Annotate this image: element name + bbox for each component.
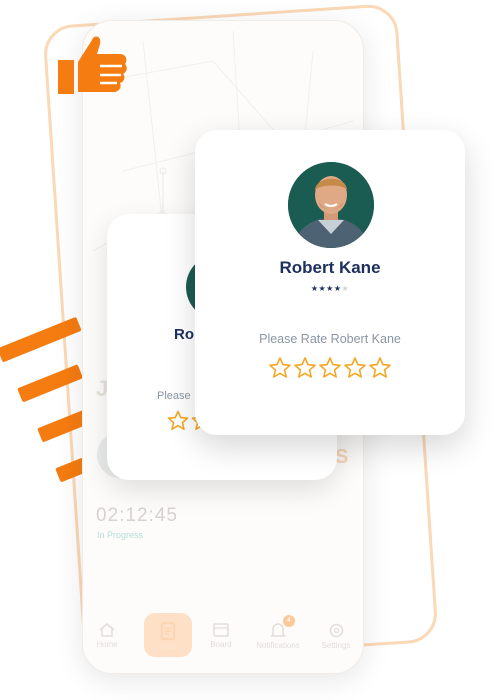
notification-badge: 4 xyxy=(283,615,295,627)
nav-item-jobs[interactable]: Jobs xyxy=(144,618,192,651)
nav-label: Board xyxy=(210,640,232,649)
current-rating: ★★★★★ xyxy=(310,284,350,293)
nav-label: Home xyxy=(96,640,118,649)
rating-input[interactable] xyxy=(268,356,392,382)
star-4[interactable] xyxy=(344,357,366,378)
rating-prompt: Please Rate Robert Kane xyxy=(259,332,401,346)
avatar xyxy=(288,162,374,248)
bottom-nav: Home Jobs Board Notifications 4 Settings xyxy=(82,613,362,664)
technician-name: Robert Kane xyxy=(279,258,381,277)
background-accent-text: S xyxy=(335,446,349,468)
thumbs-up-icon xyxy=(54,30,130,100)
jobs-icon xyxy=(161,622,175,640)
rating-prompt: Please xyxy=(157,390,191,402)
gear-icon xyxy=(329,623,343,638)
nav-item-notifications[interactable]: Notifications xyxy=(254,618,302,650)
nav-label: Settings xyxy=(321,641,351,650)
nav-item-settings[interactable]: Settings xyxy=(312,618,360,650)
nav-item-home[interactable]: Home xyxy=(83,618,131,649)
nav-item-board[interactable]: Board xyxy=(197,618,245,649)
star-2[interactable] xyxy=(294,357,316,378)
nav-label: Jobs xyxy=(159,642,177,651)
rating-card: Robert Kane ★★★★★ Please Rate Robert Kan… xyxy=(195,130,465,435)
star-5[interactable] xyxy=(369,357,391,378)
star-3[interactable] xyxy=(319,357,341,378)
technician-name: Ro xyxy=(174,326,194,343)
home-icon xyxy=(99,623,115,637)
job-timer: 02:12:45 xyxy=(96,505,178,526)
nav-label: Notifications xyxy=(256,641,300,650)
board-icon xyxy=(213,623,229,637)
star-1[interactable] xyxy=(269,357,291,378)
job-status: In Progress xyxy=(97,530,144,540)
